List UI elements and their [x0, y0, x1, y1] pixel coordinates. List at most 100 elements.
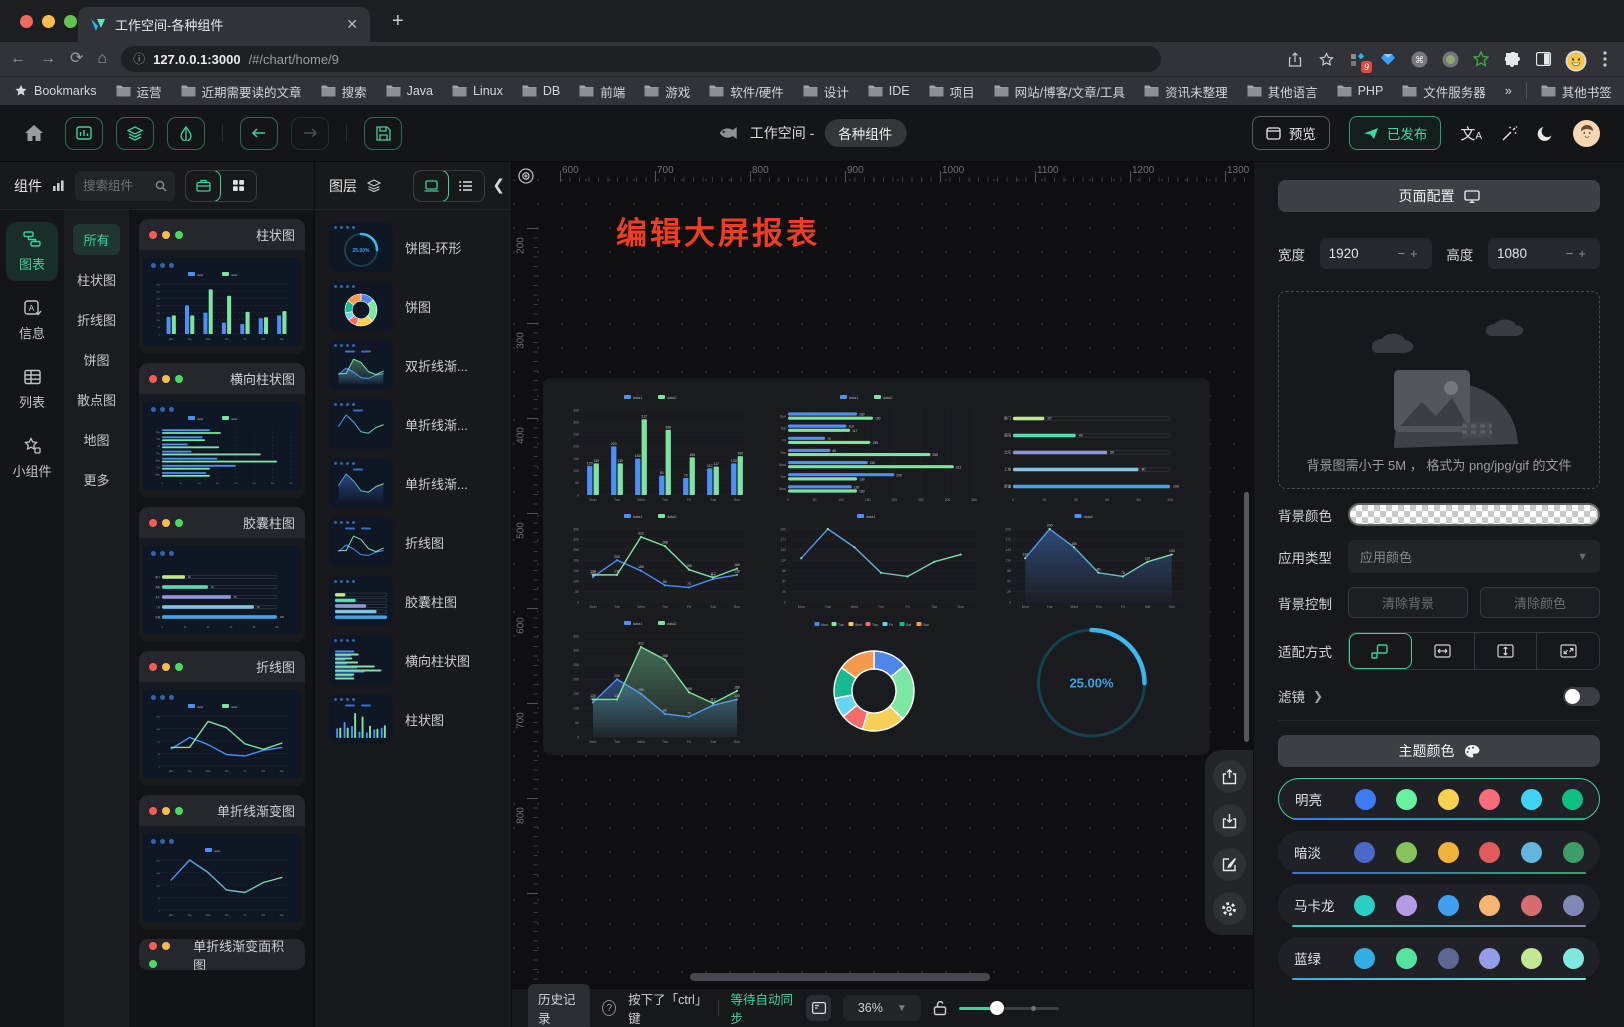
bookmarks-manager[interactable]: Bookmarks — [14, 84, 97, 98]
preview-button[interactable]: 预览 — [1252, 116, 1330, 150]
help-icon[interactable]: ? — [602, 1000, 616, 1016]
zoom-slider-handle[interactable] — [990, 1001, 1004, 1015]
layers-thumbnail-toggle[interactable] — [413, 170, 449, 202]
tab-close-icon[interactable]: ✕ — [346, 16, 358, 33]
zoom-slider[interactable] — [959, 1001, 1059, 1015]
sidebar-toggle-icon[interactable] — [1534, 50, 1552, 68]
component-card[interactable]: 柱状图 050100150200250300350MonTueWedThuFri… — [139, 219, 305, 354]
other-bookmarks[interactable]: 其他书签 — [1541, 82, 1612, 101]
chart-horizontal-bar[interactable]: 050100150200250300350SunSatFriThuWedTueM… — [766, 392, 982, 506]
clear-background-button[interactable]: 清除背景 — [1348, 587, 1468, 618]
bookmark-folder[interactable]: Java — [386, 84, 433, 98]
history-button[interactable]: 历史记录 — [528, 984, 590, 1027]
chart-line-gradient[interactable]: 0295786114143171200MonTueWedThuFriSatSun… — [766, 511, 982, 613]
bookmark-folder[interactable]: IDE — [868, 84, 910, 98]
dashboard-preview[interactable]: 050100150200250300350MonTueWedThuFriSatS… — [543, 378, 1210, 755]
component-search[interactable] — [75, 171, 175, 201]
language-translate-icon[interactable]: 文A — [1460, 123, 1482, 144]
category-item[interactable]: 地图 — [73, 424, 119, 455]
gem-extension-icon[interactable] — [1379, 50, 1397, 68]
bookmark-folder[interactable]: 其他语言 — [1247, 82, 1318, 101]
home-icon[interactable]: ⌂ — [97, 51, 107, 67]
project-name-badge[interactable]: 各种组件 — [824, 119, 906, 147]
component-grid-toggle[interactable] — [220, 171, 256, 201]
redo-button[interactable] — [291, 117, 329, 150]
theme-color-header[interactable]: 主题颜色 — [1278, 735, 1600, 767]
app-home-icon[interactable] — [24, 124, 44, 142]
layer-item[interactable]: 单折线渐... — [329, 399, 497, 449]
bookmark-folder[interactable]: 软件/硬件 — [709, 82, 783, 101]
nav-item-info[interactable]: A 信息 — [6, 291, 58, 350]
align-panel-icon[interactable] — [806, 995, 831, 1021]
bookmark-folder[interactable]: 游戏 — [644, 82, 690, 101]
bookmark-folder[interactable]: Linux — [452, 84, 503, 98]
bookmark-folder[interactable]: 近期需要读的文章 — [181, 82, 302, 101]
site-info-icon[interactable]: ⓘ — [133, 53, 145, 65]
theme-row-bright[interactable]: 明亮 — [1278, 778, 1600, 820]
share-icon[interactable] — [1286, 50, 1304, 68]
bookmark-folder[interactable]: DB — [522, 84, 560, 98]
nav-item-list[interactable]: 列表 — [6, 360, 58, 419]
browser-menu-icon[interactable] — [1596, 50, 1614, 68]
chart-line-double[interactable]: 050100150200250300350MonTueWedThuFriSatS… — [559, 511, 757, 613]
bookmark-folder[interactable]: 前端 — [579, 82, 625, 101]
bg-color-swatch[interactable] — [1348, 503, 1600, 526]
fit-height-button[interactable] — [1475, 633, 1538, 669]
export-icon[interactable] — [1213, 760, 1246, 793]
reload-icon[interactable]: ⟳ — [70, 51, 83, 67]
settings-gear-icon[interactable] — [1213, 892, 1246, 925]
magic-wand-icon[interactable] — [1501, 125, 1518, 142]
layer-item[interactable]: 柱状图 — [329, 694, 497, 744]
zoom-select[interactable]: 36%▼ — [843, 995, 921, 1021]
details-panel-toggle-button[interactable] — [167, 117, 205, 150]
fit-width-button[interactable] — [1412, 633, 1475, 669]
theme-row-bluegreen[interactable]: 蓝绿 — [1278, 937, 1600, 979]
component-card[interactable]: 横向柱状图 050100150200250300350SunSatFriThuW… — [139, 363, 305, 498]
extension-badge-icon[interactable]: 9 — [1348, 50, 1366, 68]
category-item[interactable]: 更多 — [73, 464, 119, 495]
layer-item[interactable]: 饼图 — [329, 281, 497, 331]
chart-pie[interactable]: MonTueWedThuFriSatSun — [766, 618, 982, 748]
theme-row-dim[interactable]: 暗淡 — [1278, 831, 1600, 873]
address-bar[interactable]: ⓘ 127.0.0.1:3000/#/chart/home/9 — [121, 46, 1161, 72]
category-item[interactable]: 所有 — [73, 224, 119, 255]
collapse-layers-icon[interactable]: ❮ — [492, 176, 505, 194]
category-item[interactable]: 折线图 — [67, 304, 126, 335]
forward-icon[interactable]: → — [40, 51, 56, 67]
category-item[interactable]: 柱状图 — [67, 264, 126, 295]
puzzle-extensions-icon[interactable] — [1503, 50, 1521, 68]
canvas-vertical-scrollbar[interactable] — [1244, 492, 1249, 742]
fit-stretch-button[interactable] — [1537, 633, 1599, 669]
height-stepper[interactable]: −+ — [1566, 246, 1591, 261]
search-input[interactable] — [83, 179, 151, 193]
chart-line-area-double[interactable]: 050100150200250300350MonTueWedThuFriSatS… — [559, 618, 757, 748]
width-stepper[interactable]: −+ — [1397, 246, 1422, 261]
dark-mode-moon-icon[interactable] — [1537, 125, 1554, 142]
chart-line-gradient-area[interactable]: 0295786114143171200MonTueWedThuFriSatSun… — [991, 511, 1192, 613]
chart-bar[interactable]: 050100150200250300350MonTueWedThuFriSatS… — [559, 392, 757, 506]
green-dot-extension-icon[interactable] — [1441, 50, 1459, 68]
nav-item-charts[interactable]: 图表 — [6, 222, 58, 281]
layer-item[interactable]: 单折线渐... — [329, 458, 497, 508]
command-extension-icon[interactable]: ⌘ — [1410, 50, 1428, 68]
layer-item[interactable]: 横向柱状图 — [329, 635, 497, 685]
canvas-text-title[interactable]: 编辑大屏报表 — [616, 208, 820, 253]
bookmark-folder[interactable]: PHP — [1337, 84, 1384, 98]
green-star-extension-icon[interactable] — [1472, 50, 1490, 68]
theme-row-macaron[interactable]: 马卡龙 — [1278, 884, 1600, 926]
chart-panel-toggle-button[interactable] — [65, 117, 103, 150]
component-card[interactable]: 单折线渐变面积图 — [139, 939, 305, 970]
toggle-guides-eye-icon[interactable] — [514, 164, 538, 188]
bookmark-folder[interactable]: 项目 — [929, 82, 975, 101]
lock-icon[interactable] — [933, 1000, 947, 1016]
bookmark-folder[interactable]: 运营 — [116, 82, 162, 101]
layer-item[interactable]: 双折线渐... — [329, 340, 497, 390]
bookmark-folder[interactable]: 搜索 — [321, 82, 367, 101]
chart-progress-ring[interactable]: 25.00% — [991, 618, 1192, 748]
save-button[interactable] — [364, 117, 402, 150]
width-input[interactable]: 1920−+ — [1320, 238, 1432, 269]
canvas-area[interactable]: 6007008009001000110012001300 20030040050… — [512, 162, 1253, 1027]
layer-item[interactable]: 25.00% 饼图-环形 — [329, 222, 497, 272]
window-controls[interactable] — [20, 15, 77, 28]
category-item[interactable]: 散点图 — [67, 384, 126, 415]
